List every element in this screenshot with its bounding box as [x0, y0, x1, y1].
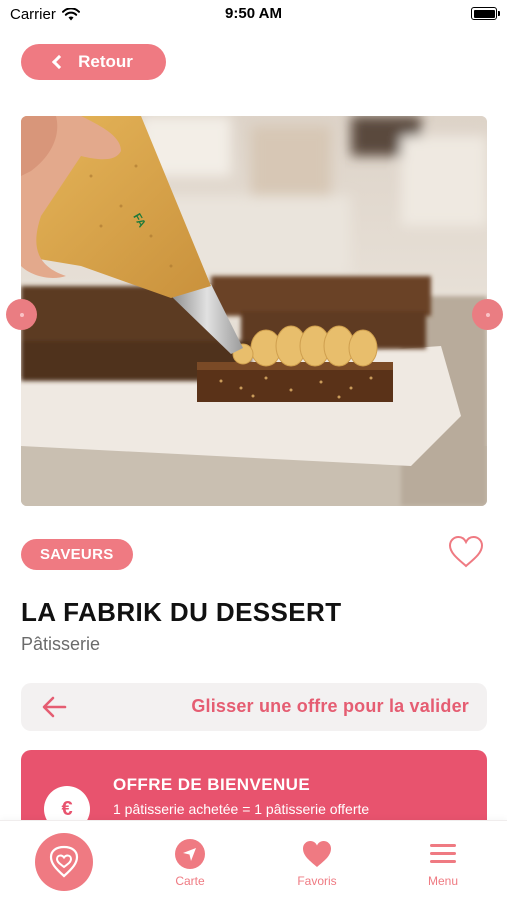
pastry-photo: FA [21, 116, 487, 506]
carousel-image[interactable]: FA [21, 116, 487, 506]
heart-outline-icon[interactable] [448, 535, 484, 569]
place-name: LA FABRIK DU DESSERT [21, 597, 342, 627]
status-time: 9:50 AM [225, 5, 282, 22]
heart-icon [303, 841, 331, 867]
tab-favoris-label: Favoris [297, 874, 337, 888]
offer-title: OFFRE DE BIENVENUE [113, 775, 311, 794]
dot-icon [485, 312, 490, 317]
tab-home-button[interactable] [35, 833, 93, 891]
back-button-label: Retour [78, 52, 133, 71]
category-badge: SAVEURS [21, 539, 133, 570]
chevron-left-icon [52, 54, 67, 70]
carousel-next-button[interactable] [472, 299, 503, 330]
tab-favoris[interactable]: Favoris [277, 839, 357, 888]
tab-bar: Carte Favoris Menu [0, 820, 507, 900]
dot-icon [19, 312, 24, 317]
navigation-arrow-icon [175, 839, 205, 869]
place-type: Pâtisserie [21, 634, 101, 654]
battery-icon [471, 7, 500, 20]
arrow-left-icon [42, 696, 67, 718]
tab-menu-label: Menu [427, 874, 459, 888]
swipe-label: Glisser une offre pour la valider [191, 696, 469, 716]
back-button[interactable]: Retour [21, 44, 166, 80]
tab-carte-label: Carte [175, 874, 205, 888]
status-bar: Carrier 9:50 AM [0, 0, 507, 28]
swipe-to-validate-slider[interactable]: Glisser une offre pour la valider [21, 683, 487, 731]
tab-carte[interactable]: Carte [150, 839, 230, 888]
tab-menu[interactable]: Menu [403, 839, 483, 888]
carousel-prev-button[interactable] [6, 299, 37, 330]
location-heart-icon [49, 845, 79, 878]
offer-description: 1 pâtisserie achetée = 1 pâtisserie offe… [113, 801, 370, 817]
hamburger-icon [430, 844, 456, 863]
